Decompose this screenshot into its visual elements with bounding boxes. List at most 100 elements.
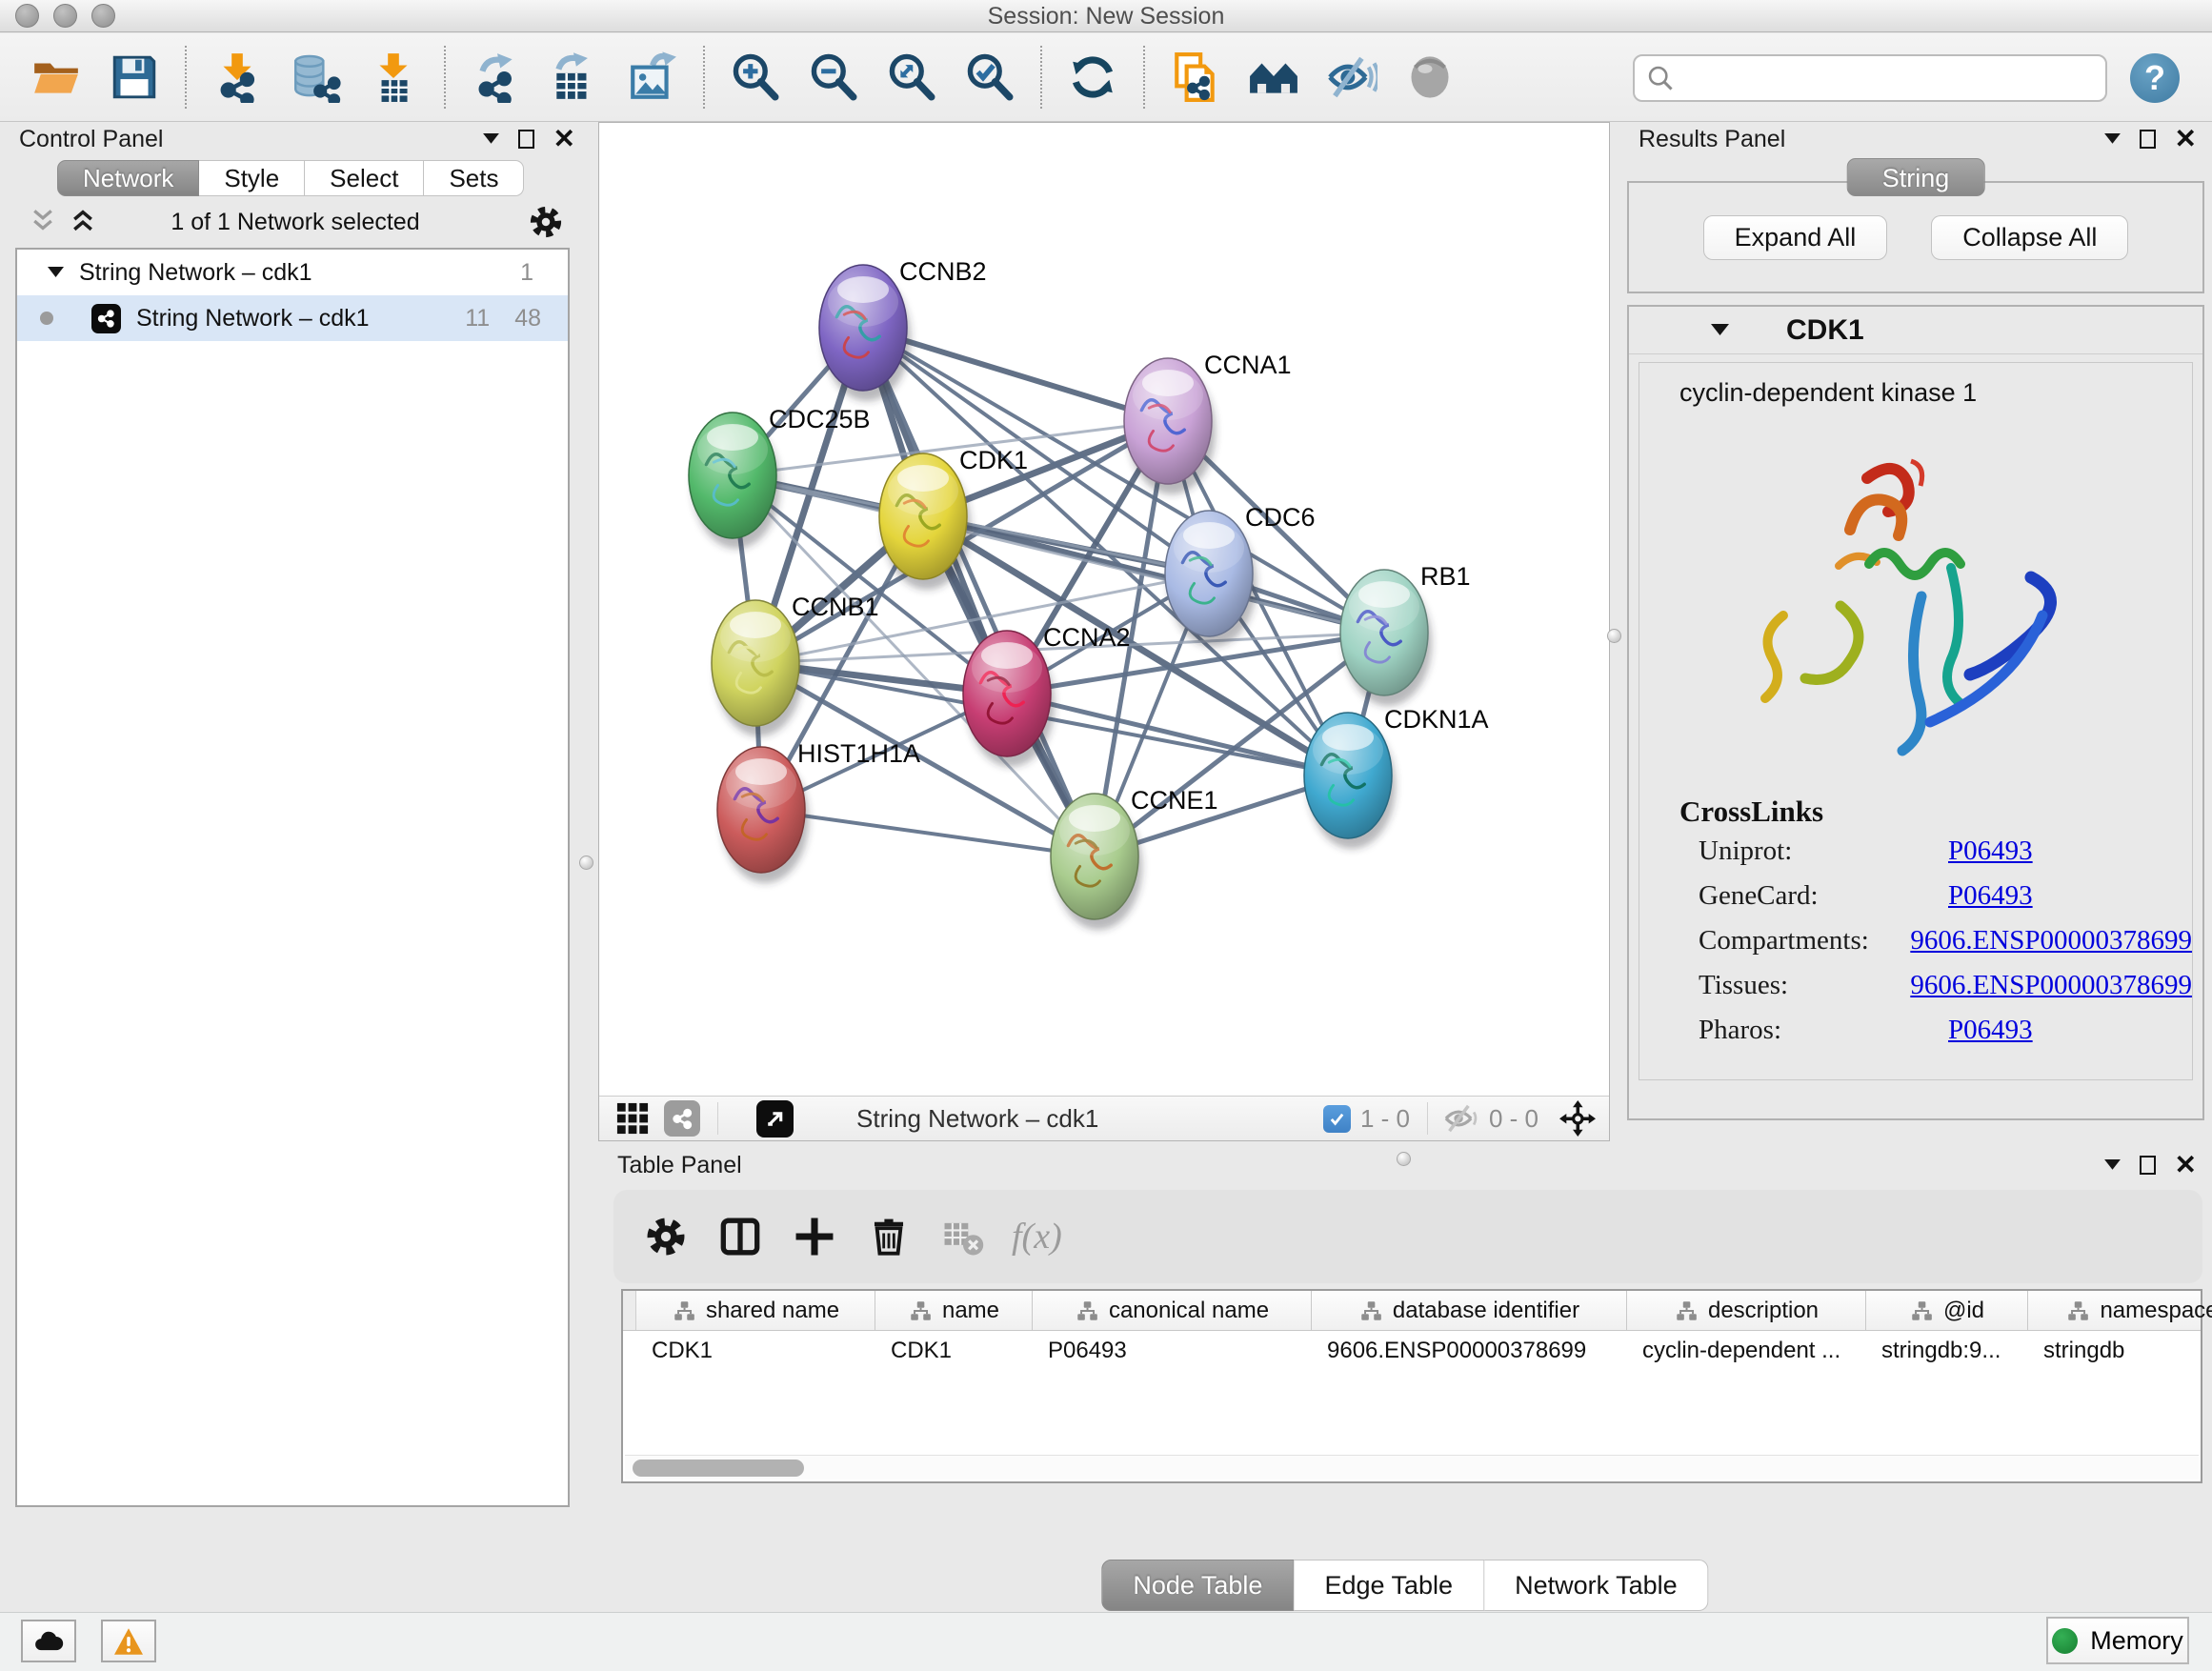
- node-label: HIST1H1A: [797, 739, 920, 768]
- hide-selected-button[interactable]: [1324, 50, 1379, 105]
- tab-network-table[interactable]: Network Table: [1484, 1560, 1709, 1611]
- search-input[interactable]: [1675, 64, 2105, 93]
- network-tree-row-selected[interactable]: String Network – cdk1 11 48: [17, 295, 568, 341]
- window-close-button[interactable]: [15, 4, 39, 28]
- crosslink-value[interactable]: 9606.ENSP00000378699: [1910, 970, 2192, 1001]
- tree-caret-icon[interactable]: [48, 267, 64, 278]
- network-collection-label: String Network – cdk1: [79, 259, 312, 287]
- toolbar-separator: [185, 46, 187, 109]
- tab-string[interactable]: String: [1847, 158, 1985, 196]
- export-table-button[interactable]: [547, 50, 602, 105]
- zoom-fit-button[interactable]: [884, 50, 939, 105]
- splitter-handle[interactable]: [1397, 1152, 1411, 1166]
- first-neighbors-button[interactable]: [1246, 50, 1301, 105]
- panel-close-icon[interactable]: ✕: [2175, 126, 2197, 152]
- tab-select[interactable]: Select: [305, 160, 424, 196]
- import-network-database-button[interactable]: [288, 50, 343, 105]
- create-column-plus-icon[interactable]: [793, 1215, 836, 1258]
- column-header[interactable]: @id: [1866, 1291, 2028, 1330]
- crosslink-value[interactable]: 9606.ENSP00000378699: [1910, 925, 2192, 956]
- crosslink-label: Pharos:: [1699, 1015, 1948, 1046]
- network-options-gear-icon[interactable]: [528, 204, 564, 240]
- table-cell[interactable]: CDK1: [636, 1338, 875, 1364]
- panel-close-icon[interactable]: ✕: [2175, 1152, 2197, 1178]
- network-canvas[interactable]: CCNB2CCNA1CDC25BCDK1CDC6RB1CCNB1CCNA2CDK…: [599, 123, 1609, 1096]
- tab-network[interactable]: Network: [57, 160, 199, 196]
- save-session-button[interactable]: [107, 50, 162, 105]
- panel-close-icon[interactable]: ✕: [553, 126, 575, 152]
- network-edge-count: 48: [514, 305, 541, 332]
- application-window: Session: New Session: [0, 0, 2212, 1671]
- export-network-button[interactable]: [469, 50, 524, 105]
- window-zoom-button[interactable]: [91, 4, 115, 28]
- table-row[interactable]: CDK1CDK1P064939606.ENSP00000378699cyclin…: [623, 1331, 2201, 1371]
- column-header[interactable]: name: [875, 1291, 1033, 1330]
- window-minimize-button[interactable]: [53, 4, 77, 28]
- scrollbar-thumb[interactable]: [633, 1460, 804, 1477]
- panel-float-icon[interactable]: [2140, 130, 2156, 149]
- warnings-button[interactable]: [101, 1620, 156, 1662]
- network-selection-status: 1 of 1 Network selected: [0, 200, 591, 244]
- show-grid-icon[interactable]: [614, 1100, 651, 1137]
- table-cell[interactable]: CDK1: [875, 1338, 1033, 1364]
- import-table-button[interactable]: [366, 50, 421, 105]
- zoom-out-button[interactable]: [806, 50, 861, 105]
- node-label: CDC25B: [769, 405, 871, 433]
- export-image-button[interactable]: [625, 50, 680, 105]
- network-node-count: 11: [465, 305, 490, 332]
- splitter-handle[interactable]: [1607, 629, 1621, 643]
- table-options-gear-icon[interactable]: [644, 1215, 688, 1258]
- column-header[interactable]: shared name: [636, 1291, 875, 1330]
- table-cell[interactable]: 9606.ENSP00000378699: [1312, 1338, 1627, 1364]
- navigator-crosshair-icon[interactable]: [1559, 1100, 1596, 1137]
- expand-all-button[interactable]: Expand All: [1703, 215, 1888, 260]
- function-builder-icon: f(x): [1012, 1216, 1062, 1258]
- panel-collapse-icon[interactable]: [2104, 1159, 2121, 1171]
- panel-collapse-icon[interactable]: [483, 133, 499, 145]
- column-header-label: canonical name: [1109, 1298, 1269, 1324]
- gene-section-header[interactable]: CDK1: [1629, 307, 2202, 354]
- show-all-button[interactable]: [1402, 50, 1458, 105]
- cloud-status-button[interactable]: [21, 1620, 76, 1662]
- memory-button[interactable]: Memory: [2046, 1617, 2189, 1664]
- open-in-string-icon[interactable]: [756, 1100, 794, 1137]
- column-header[interactable]: database identifier: [1312, 1291, 1627, 1330]
- delete-column-trash-icon[interactable]: [867, 1215, 911, 1258]
- table-horizontal-scrollbar[interactable]: [625, 1455, 2199, 1480]
- selected-checkbox-icon[interactable]: [1323, 1105, 1351, 1133]
- crosslink-value[interactable]: P06493: [1948, 836, 2033, 867]
- network-tree-root-row[interactable]: String Network – cdk1 1: [17, 250, 568, 295]
- table-cell[interactable]: stringdb: [2028, 1338, 2212, 1364]
- refresh-view-button[interactable]: [1065, 50, 1120, 105]
- zoom-in-button[interactable]: [728, 50, 783, 105]
- column-header[interactable]: namespace: [2028, 1291, 2212, 1330]
- column-header[interactable]: description: [1627, 1291, 1866, 1330]
- panel-collapse-icon[interactable]: [2104, 133, 2121, 145]
- tab-node-table[interactable]: Node Table: [1101, 1560, 1294, 1611]
- table-cell[interactable]: cyclin-dependent ...: [1627, 1338, 1866, 1364]
- tab-sets[interactable]: Sets: [424, 160, 524, 196]
- collapse-all-button[interactable]: Collapse All: [1931, 215, 2128, 260]
- help-button[interactable]: ?: [2130, 53, 2180, 103]
- zoom-selected-button[interactable]: [962, 50, 1017, 105]
- section-caret-icon[interactable]: [1711, 324, 1729, 336]
- column-header[interactable]: canonical name: [1033, 1291, 1312, 1330]
- open-session-button[interactable]: [29, 50, 84, 105]
- show-columns-icon[interactable]: [718, 1215, 762, 1258]
- tab-style[interactable]: Style: [199, 160, 305, 196]
- new-network-from-selection-button[interactable]: [1168, 50, 1223, 105]
- table-cell[interactable]: P06493: [1033, 1338, 1312, 1364]
- tab-edge-table[interactable]: Edge Table: [1294, 1560, 1484, 1611]
- string-network-icon: [91, 304, 121, 333]
- node-label: CCNB2: [899, 257, 987, 286]
- column-header-label: @id: [1943, 1298, 1984, 1324]
- network-label: String Network – cdk1: [136, 305, 370, 332]
- import-network-file-button[interactable]: [210, 50, 265, 105]
- splitter-handle[interactable]: [579, 856, 593, 870]
- table-cell[interactable]: stringdb:9...: [1866, 1338, 2028, 1364]
- string-view-icon[interactable]: [664, 1100, 700, 1137]
- crosslink-value[interactable]: P06493: [1948, 1015, 2033, 1046]
- crosslink-value[interactable]: P06493: [1948, 880, 2033, 912]
- panel-float-icon[interactable]: [2140, 1156, 2156, 1175]
- panel-float-icon[interactable]: [518, 130, 534, 149]
